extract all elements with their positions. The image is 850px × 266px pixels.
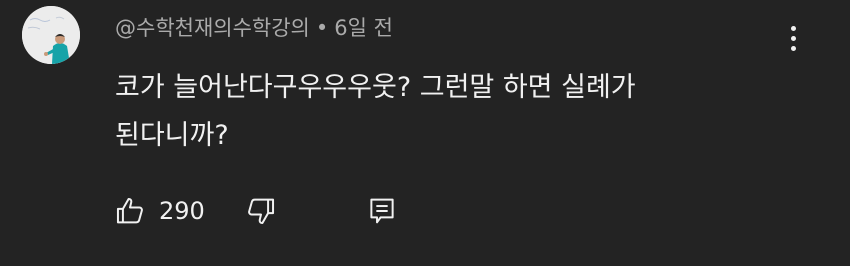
comment-item: @수학천재의수학강의 • 6일 전 코가 늘어난다구우우우웃? 그런말 하면 실례가… (0, 0, 850, 266)
comment-text: 코가 늘어난다구우우우웃? 그런말 하면 실례가 된다니까? (115, 64, 755, 160)
reply-button[interactable] (365, 191, 399, 231)
author-name[interactable]: @수학천재의수학강의 (115, 16, 310, 40)
reply-comment-icon (370, 198, 394, 224)
comment-text-line: 코가 늘어난다구우우우웃? 그런말 하면 실례가 (115, 72, 636, 103)
avatar[interactable] (22, 6, 80, 64)
separator: • (315, 16, 329, 40)
thumbs-up-icon (116, 197, 143, 224)
like-count: 290 (159, 197, 205, 225)
comment-text-line: 된다니까? (115, 120, 229, 151)
more-vertical-icon-dot (790, 35, 796, 41)
avatar-image (22, 6, 80, 64)
more-vertical-icon (790, 25, 796, 31)
more-vertical-icon-dot (790, 45, 796, 51)
like-button[interactable]: 290 (113, 191, 205, 231)
thumbs-down-icon (248, 198, 275, 225)
more-options-button[interactable] (778, 20, 808, 56)
comment-header: @수학천재의수학강의 • 6일 전 (115, 14, 393, 42)
comment-time: 6일 전 (334, 16, 393, 40)
dislike-button[interactable] (244, 191, 278, 231)
